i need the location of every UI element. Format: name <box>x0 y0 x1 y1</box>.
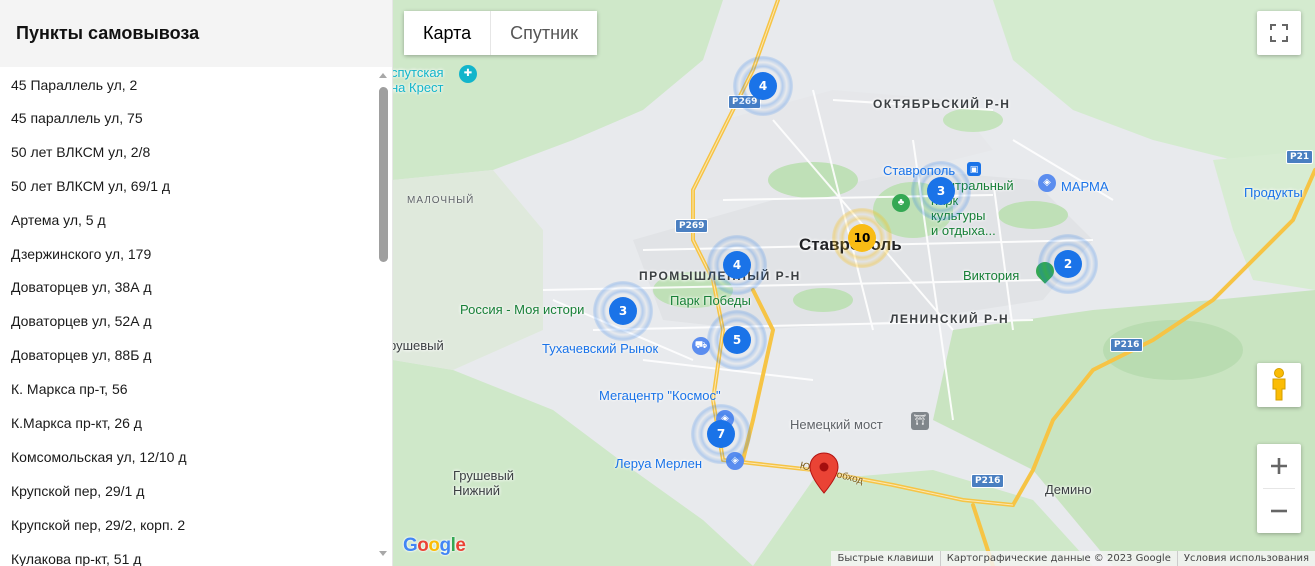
map-attribution-bar: Быстрые клавиши Картографические данные … <box>831 551 1315 566</box>
google-logo[interactable]: Google <box>403 535 466 557</box>
address-list-container: 45 Параллель ул, 2 45 параллель ул, 75 5… <box>0 67 392 566</box>
park-tree-icon[interactable]: ♣ <box>892 194 910 212</box>
poi-label-russia-history[interactable]: Россия - Моя истори <box>460 302 584 317</box>
address-item[interactable]: 50 лет ВЛКСМ ул, 2/8 <box>0 135 392 169</box>
town-label-grushevy-nizhny: Грушевый Нижний <box>453 468 515 498</box>
scroll-down-arrow-icon[interactable] <box>379 551 387 556</box>
town-label-demino: Демино <box>1045 482 1092 497</box>
address-list: 45 Параллель ул, 2 45 параллель ул, 75 5… <box>0 67 392 566</box>
address-item[interactable]: Кулакова пр-кт, 51 д <box>0 542 392 566</box>
locality-label-malochny: МАЛОЧНЫЙ <box>407 195 475 206</box>
pickup-cluster-marker[interactable]: 4 <box>733 56 793 116</box>
address-item[interactable]: Крупской пер, 29/2, корп. 2 <box>0 508 392 542</box>
poi-label-products[interactable]: Продукты <box>1244 185 1303 200</box>
pickup-cluster-marker[interactable]: 2 <box>1038 234 1098 294</box>
zoom-out-button[interactable] <box>1257 489 1301 533</box>
selected-location-pin-icon[interactable] <box>809 452 839 494</box>
shopping-bag-icon[interactable]: ◈ <box>1038 174 1056 192</box>
poi-label-red-cross[interactable]: спутская на Крест <box>393 65 444 95</box>
pickup-cluster-marker[interactable]: 10 <box>832 208 892 268</box>
address-item[interactable]: Доваторцев ул, 38А д <box>0 270 392 304</box>
poi-label-park-pobedy[interactable]: Парк Победы <box>670 293 751 308</box>
list-scrollbar[interactable] <box>376 71 390 562</box>
pickup-cluster-marker[interactable]: 5 <box>707 310 767 370</box>
road-shield: P216 <box>971 474 1005 488</box>
address-item[interactable]: 45 Параллель ул, 2 <box>0 67 392 101</box>
pickup-cluster-marker[interactable]: 3 <box>593 281 653 341</box>
address-item[interactable]: Дзержинского ул, 179 <box>0 237 392 271</box>
landmark-icon[interactable]: ⛩ <box>911 412 929 430</box>
poi-label-marma[interactable]: МАРМА <box>1061 179 1109 194</box>
sidebar-header: Пункты самовывоза <box>0 0 392 67</box>
train-station-icon[interactable]: ▣ <box>967 162 981 176</box>
map-view[interactable]: ОКТЯБРЬСКИЙ Р-Н ПРОМЫШЛЕННЫЙ Р-Н ЛЕНИНСК… <box>393 0 1315 566</box>
keyboard-shortcuts-link[interactable]: Быстрые клавиши <box>831 551 939 566</box>
address-item[interactable]: 45 параллель ул, 75 <box>0 101 392 135</box>
pickup-cluster-marker[interactable]: 7 <box>691 404 751 464</box>
map-type-satellite-button[interactable]: Спутник <box>490 11 598 55</box>
map-type-map-button[interactable]: Карта <box>404 11 491 55</box>
plus-icon <box>1271 458 1287 474</box>
poi-label-tukhachevsky[interactable]: Тухачевский Рынок <box>542 341 658 356</box>
address-item[interactable]: Доваторцев ул, 52А д <box>0 304 392 338</box>
address-item[interactable]: К.Маркса пр-кт, 26 д <box>0 406 392 440</box>
address-item[interactable]: Артема ул, 5 д <box>0 203 392 237</box>
fullscreen-button[interactable] <box>1257 11 1301 55</box>
road-shield: P269 <box>675 219 709 233</box>
address-item[interactable]: Крупской пер, 29/1 д <box>0 474 392 508</box>
minus-icon <box>1271 509 1287 513</box>
street-view-pegman-button[interactable] <box>1257 363 1301 407</box>
map-type-control: Карта Спутник <box>404 11 598 55</box>
map-data-attribution: Картографические данные © 2023 Google <box>939 551 1177 566</box>
zoom-in-button[interactable] <box>1257 444 1301 488</box>
scroll-up-arrow-icon[interactable] <box>379 73 387 78</box>
pickup-cluster-marker[interactable]: 3 <box>911 161 971 221</box>
poi-label-leroy[interactable]: Леруа Мерлен <box>615 456 702 471</box>
sidebar-title: Пункты самовывоза <box>16 23 200 43</box>
poi-label-kosmos[interactable]: Мегацентр "Космос" <box>599 388 721 403</box>
address-item[interactable]: Доваторцев ул, 88Б д <box>0 338 392 372</box>
town-label-grushevy: рушевый <box>393 338 444 353</box>
fullscreen-icon <box>1270 24 1288 42</box>
poi-label-nemetsky-most[interactable]: Немецкий мост <box>790 417 883 432</box>
address-item[interactable]: Комсомольская ул, 12/10 д <box>0 440 392 474</box>
pickup-cluster-marker[interactable]: 4 <box>707 235 767 295</box>
address-item[interactable]: 50 лет ВЛКСМ ул, 69/1 д <box>0 169 392 203</box>
zoom-control <box>1257 444 1301 533</box>
terms-of-use-link[interactable]: Условия использования <box>1176 551 1315 566</box>
road-shield: P21 <box>1286 150 1314 164</box>
road-shield: P216 <box>1110 338 1144 352</box>
pickup-points-sidebar: Пункты самовывоза 45 Параллель ул, 2 45 … <box>0 0 393 566</box>
hospital-icon[interactable]: ✚ <box>459 65 477 83</box>
scrollbar-thumb[interactable] <box>379 87 388 262</box>
district-label-oktyabrsky: ОКТЯБРЬСКИЙ Р-Н <box>873 97 1011 111</box>
pegman-icon <box>1272 368 1286 401</box>
poi-label-viktoria[interactable]: Виктория <box>963 268 1019 283</box>
address-item[interactable]: К. Маркса пр-т, 56 <box>0 372 392 406</box>
district-label-leninsky: ЛЕНИНСКИЙ Р-Н <box>890 312 1010 326</box>
